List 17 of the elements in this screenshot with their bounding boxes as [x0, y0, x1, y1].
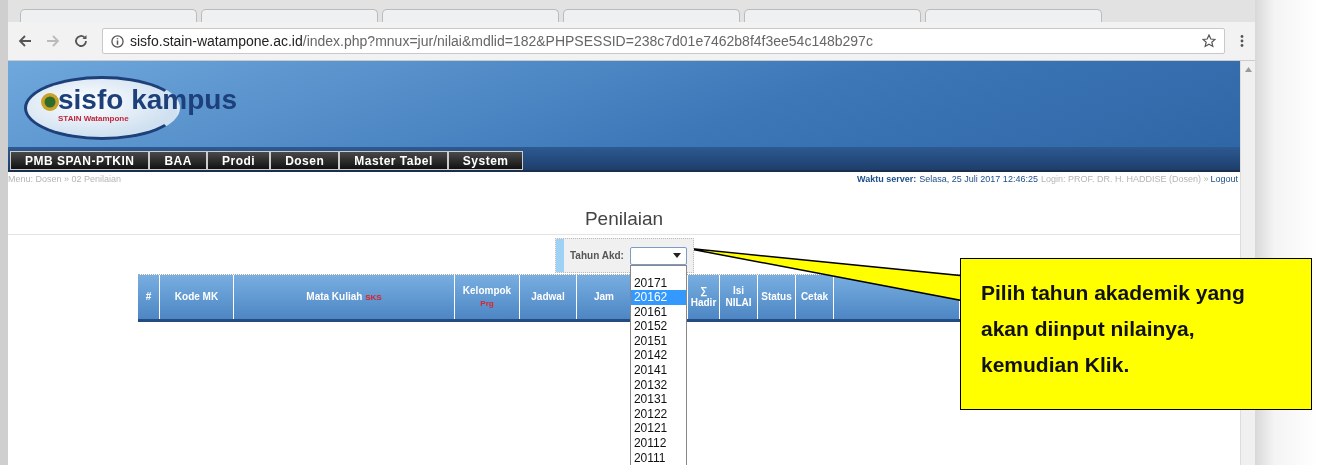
column-header: Status — [758, 275, 796, 319]
column-header: Kelompok Prg — [455, 275, 520, 319]
server-time: Selasa, 25 Juli 2017 12:46:25 — [919, 174, 1038, 184]
column-header: ∑ Hadir — [688, 275, 720, 319]
column-header: Jadwal — [520, 275, 577, 319]
page-title: Penilaian — [8, 208, 1240, 235]
column-header: Mata Kuliah SKS — [234, 275, 455, 319]
login-info: Login: PROF. DR. H. HADDISE (Dosen) » — [1040, 174, 1209, 184]
column-header: Kode MK — [160, 275, 234, 319]
year-label: Tahun Akd: — [570, 250, 624, 261]
breadcrumb: Menu: Dosen » 02 Penilaian — [8, 174, 122, 184]
callout-text: Pilih tahun akademik yang akan diinput nilainya, kemudian Klik. — [981, 280, 1246, 378]
column-header: Cetak — [796, 275, 834, 319]
column-header: # — [138, 275, 160, 319]
column-header: Jam — [577, 275, 632, 319]
column-header: Isi NILAI — [720, 275, 758, 319]
server-label: Waktu server: — [857, 174, 917, 184]
